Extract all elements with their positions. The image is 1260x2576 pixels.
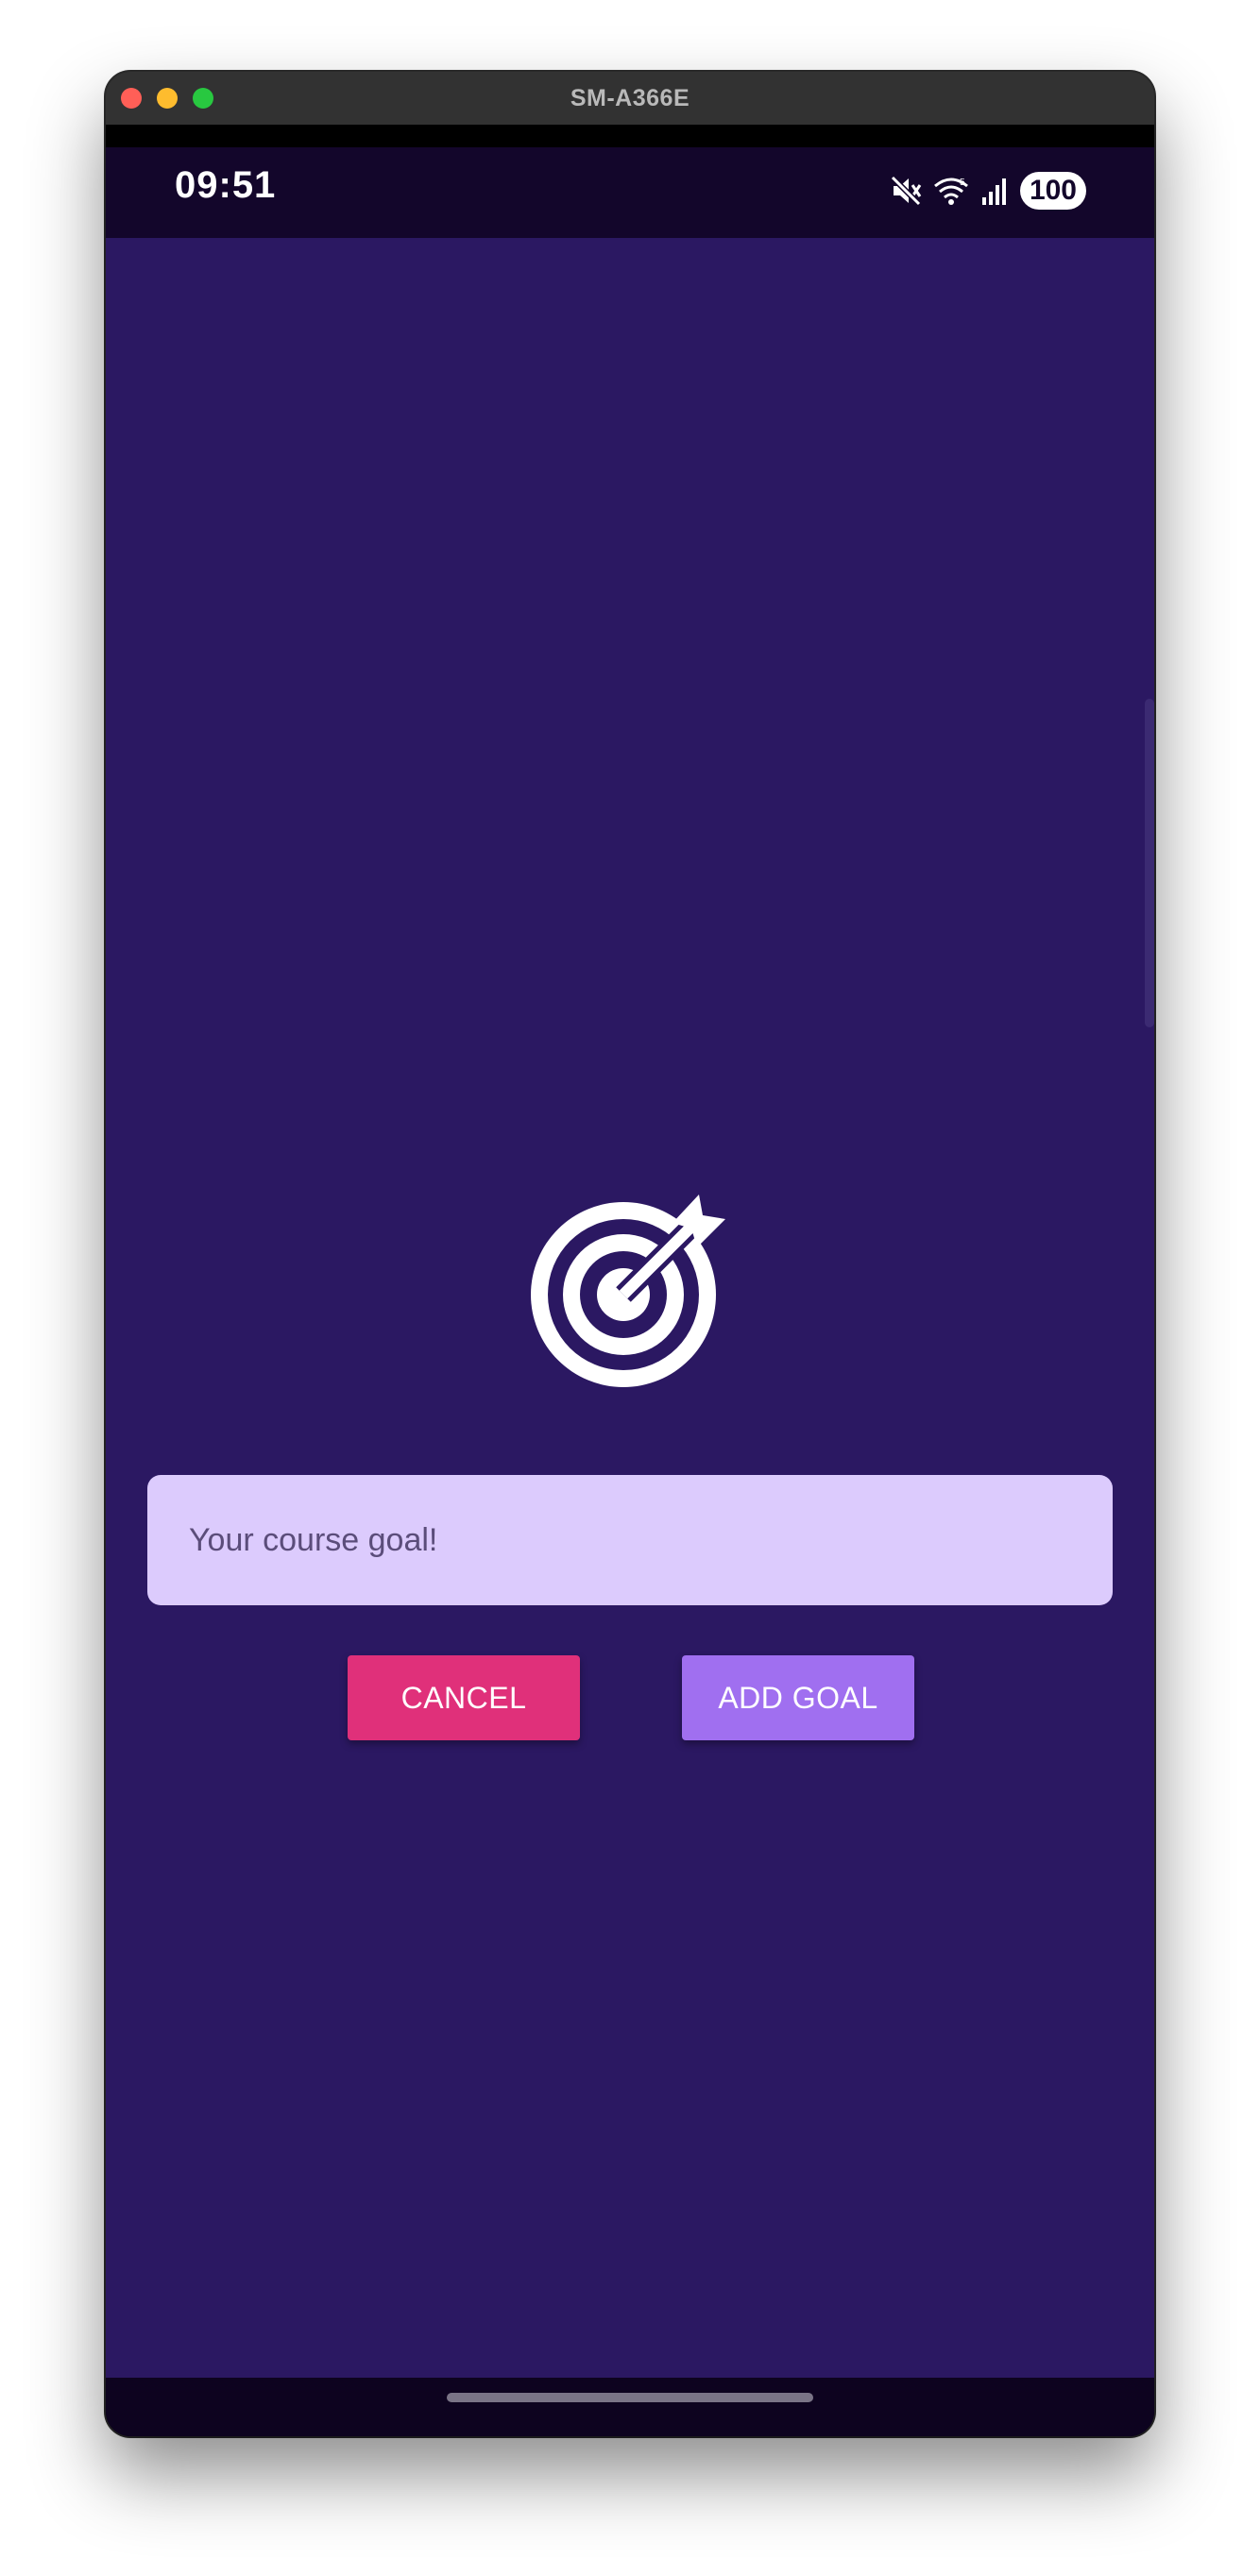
mute-icon xyxy=(890,175,922,207)
status-bar: 09:51 5 100 xyxy=(106,147,1154,238)
emulator-window: SM-A366E 09:51 5 100 Your course goal! C… xyxy=(106,72,1154,2436)
status-clock: 09:51 xyxy=(175,164,277,206)
status-icons: 5 100 xyxy=(890,170,1086,212)
add-goal-button[interactable]: ADD GOAL xyxy=(682,1655,914,1740)
home-indicator[interactable] xyxy=(447,2393,813,2402)
wifi-icon: 5 xyxy=(933,178,968,205)
scroll-thumb[interactable] xyxy=(1145,699,1154,1027)
goal-input-screen: CANCEL ADD GOAL xyxy=(106,238,1154,2378)
window-titlebar[interactable]: SM-A366E xyxy=(106,72,1154,126)
goal-input[interactable] xyxy=(147,1475,1113,1605)
cancel-button[interactable]: CANCEL xyxy=(348,1655,580,1740)
desktop-background: SM-A366E 09:51 5 100 Your course goal! C… xyxy=(0,0,1260,2576)
phone-screen: 09:51 5 100 Your course goal! CANCEL ADD… xyxy=(106,125,1154,2436)
signal-icon xyxy=(981,178,1006,205)
svg-text:5: 5 xyxy=(960,178,965,188)
battery-indicator: 100 xyxy=(1019,172,1086,210)
target-arrow-icon xyxy=(531,1195,725,1387)
navigation-bar xyxy=(106,2378,1154,2436)
window-title: SM-A366E xyxy=(570,85,690,111)
